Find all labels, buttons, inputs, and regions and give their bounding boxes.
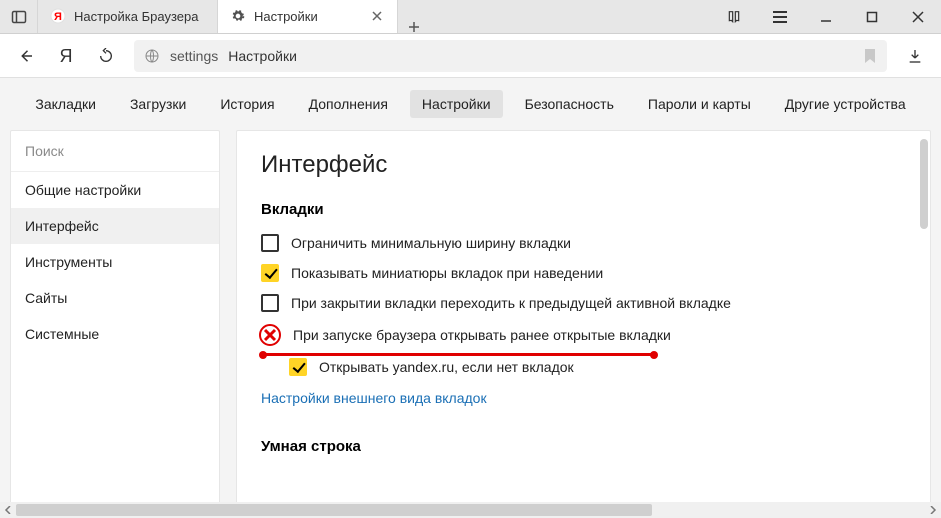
sidebar-item-general[interactable]: Общие настройки (11, 172, 219, 208)
tab-title: Настройка Браузера (74, 9, 205, 24)
tab-title: Настройки (254, 9, 361, 24)
yandex-icon: Я (50, 8, 66, 24)
downloads-button[interactable] (897, 38, 933, 74)
tab-0[interactable]: Я Настройка Браузера (38, 0, 218, 33)
settings-sidebar: Поиск Общие настройки Интерфейс Инструме… (10, 130, 220, 518)
annotation-x-icon (259, 324, 281, 346)
new-tab-button[interactable] (398, 21, 430, 33)
svg-text:Я: Я (54, 11, 62, 23)
settings-topnav: Закладки Загрузки История Дополнения Нас… (0, 78, 941, 130)
option-label: При запуске браузера открывать ранее отк… (293, 327, 671, 343)
page-heading: Интерфейс (261, 151, 906, 179)
toolbar: Я settings Настройки (0, 34, 941, 78)
sidebar-toggle-button[interactable] (0, 0, 38, 33)
minimize-button[interactable] (803, 0, 849, 33)
topnav-security[interactable]: Безопасность (513, 90, 626, 118)
close-icon[interactable] (369, 8, 385, 24)
settings-page: Закладки Загрузки История Дополнения Нас… (0, 78, 941, 518)
topnav-passwords[interactable]: Пароли и карты (636, 90, 763, 118)
home-button[interactable]: Я (48, 38, 84, 74)
topnav-downloads[interactable]: Загрузки (118, 90, 198, 118)
option-restore-tabs[interactable]: При запуске браузера открывать ранее отк… (261, 318, 906, 352)
checkbox[interactable] (261, 294, 279, 312)
menu-button[interactable] (757, 0, 803, 33)
scrollbar-vertical[interactable] (920, 139, 928, 229)
option-label: Ограничить минимальную ширину вкладки (291, 235, 571, 251)
sidebar-item-tools[interactable]: Инструменты (11, 244, 219, 280)
reader-mode-button[interactable] (711, 0, 757, 33)
option-label: Открывать yandex.ru, если нет вкладок (319, 359, 574, 375)
tabs-appearance-link[interactable]: Настройки внешнего вида вкладок (261, 382, 487, 410)
topnav-extensions[interactable]: Дополнения (297, 90, 400, 118)
reload-button[interactable] (88, 38, 124, 74)
annotation-underline (261, 353, 656, 356)
topnav-settings[interactable]: Настройки (410, 90, 503, 118)
settings-main: Интерфейс Вкладки Ограничить минимальную… (236, 130, 931, 518)
section-omnibox-title: Умная строка (261, 438, 906, 455)
url-rest: Настройки (228, 48, 297, 64)
option-tab-thumbnails[interactable]: Показывать миниатюры вкладок при наведен… (261, 258, 906, 288)
option-label: При закрытии вкладки переходить к предыд… (291, 295, 731, 311)
scroll-left-icon[interactable] (0, 502, 16, 518)
window-controls (711, 0, 941, 33)
topnav-bookmarks[interactable]: Закладки (23, 90, 108, 118)
maximize-button[interactable] (849, 0, 895, 33)
site-info-icon[interactable] (144, 48, 160, 64)
sidebar-item-system[interactable]: Системные (11, 316, 219, 352)
scrollbar-thumb[interactable] (16, 504, 652, 516)
checkbox[interactable] (289, 358, 307, 376)
option-min-tab-width[interactable]: Ограничить минимальную ширину вкладки (261, 228, 906, 258)
bookmark-icon[interactable] (863, 48, 877, 64)
tab-1[interactable]: Настройки (218, 0, 398, 33)
checkbox[interactable] (261, 234, 279, 252)
url-host: settings (170, 48, 218, 64)
option-label: Показывать миниатюры вкладок при наведен… (291, 265, 603, 281)
topnav-history[interactable]: История (208, 90, 286, 118)
titlebar: Я Настройка Браузера Настройки (0, 0, 941, 34)
scroll-right-icon[interactable] (925, 502, 941, 518)
topnav-devices[interactable]: Другие устройства (773, 90, 918, 118)
svg-text:Я: Я (60, 46, 73, 66)
section-tabs-title: Вкладки (261, 201, 906, 218)
tab-strip: Я Настройка Браузера Настройки (38, 0, 711, 33)
option-open-yandex-if-empty[interactable]: Открывать yandex.ru, если нет вкладок (289, 352, 906, 382)
close-window-button[interactable] (895, 0, 941, 33)
back-button[interactable] (8, 38, 44, 74)
address-bar[interactable]: settings Настройки (134, 40, 887, 72)
scrollbar-horizontal[interactable] (0, 502, 941, 518)
gear-icon (230, 8, 246, 24)
settings-search-input[interactable]: Поиск (11, 131, 219, 172)
option-close-to-prev[interactable]: При закрытии вкладки переходить к предыд… (261, 288, 906, 318)
sidebar-item-interface[interactable]: Интерфейс (11, 208, 219, 244)
sidebar-item-sites[interactable]: Сайты (11, 280, 219, 316)
checkbox[interactable] (261, 264, 279, 282)
